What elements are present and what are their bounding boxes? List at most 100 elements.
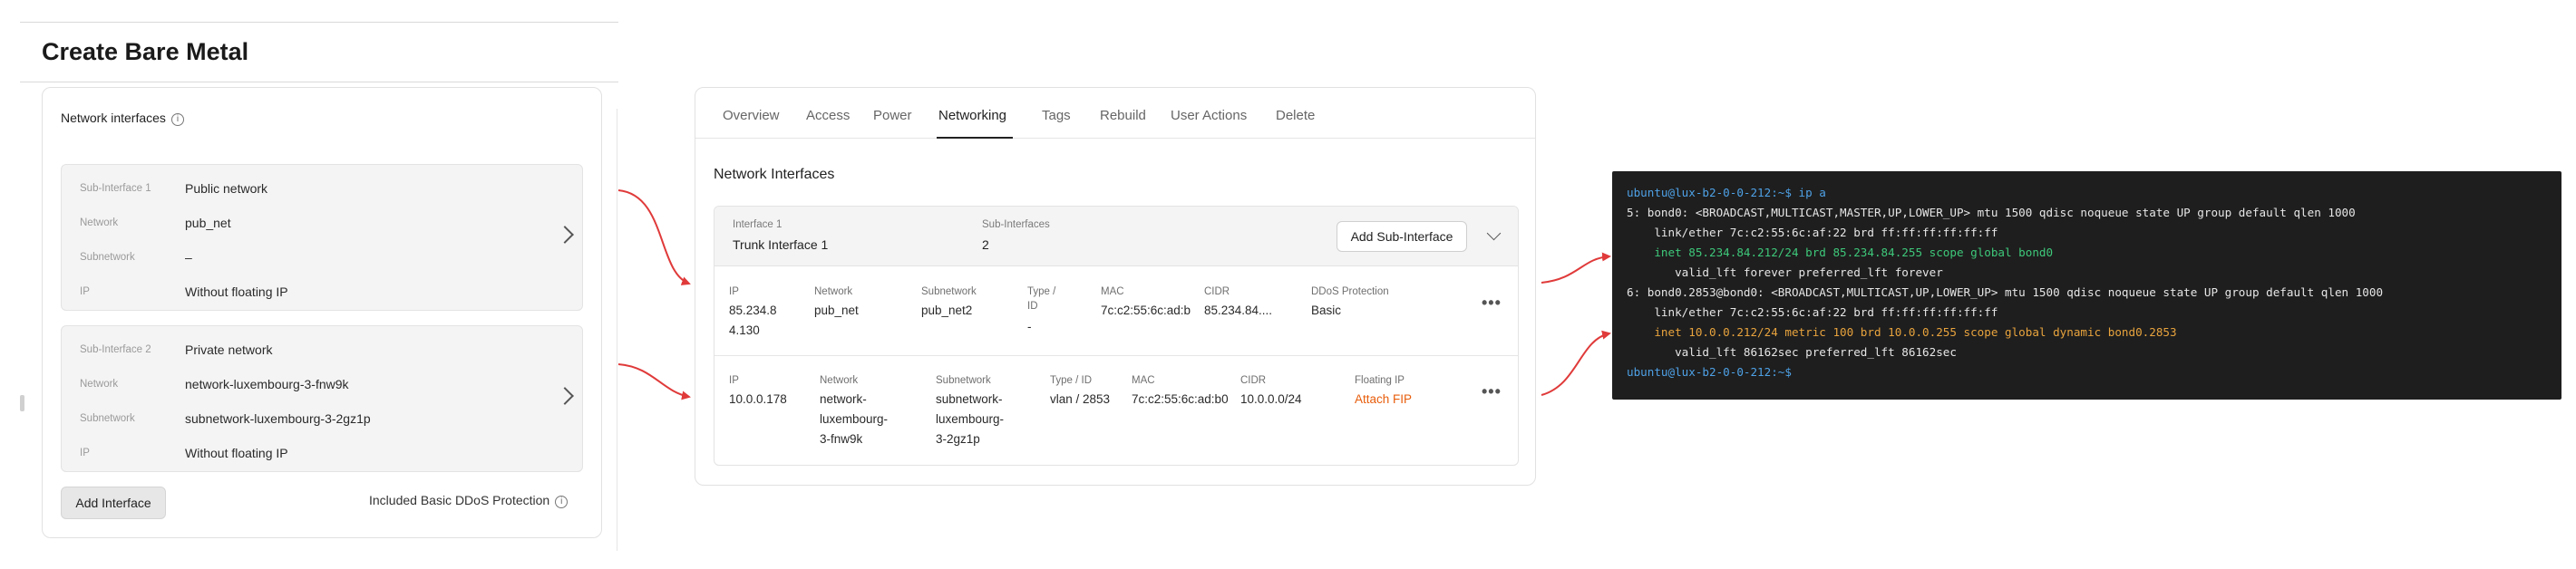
mac-value: 7c:c2:55:6c:ad:b0 — [1132, 392, 1229, 406]
tab-delete[interactable]: Delete — [1276, 108, 1315, 123]
network-value: pub_net — [814, 304, 859, 317]
terminal-line: 6: bond0.2853@bond0: <BROADCAST,MULTICAS… — [1627, 285, 2384, 299]
subnetwork-value: pub_net2 — [921, 304, 973, 317]
type-id-header: ID — [1027, 301, 1038, 312]
subinterface-card-2[interactable]: Sub-Interface 2 Private network Network … — [61, 325, 583, 472]
type-id-header: Type / ID — [1050, 375, 1093, 386]
tab-power[interactable]: Power — [873, 108, 912, 123]
mac-value: 7c:c2:55:6c:ad:b — [1101, 304, 1191, 317]
type-id-value: vlan / 2853 — [1050, 392, 1111, 406]
row-divider — [714, 355, 1518, 356]
network-value-line: luxembourg- — [820, 412, 889, 426]
terminal-prompt-line: ubuntu@lux-b2-0-0-212:~$ ip a — [1627, 186, 1826, 199]
terminal-line: valid_lft 86162sec preferred_lft 86162se… — [1627, 345, 1957, 359]
cidr-value: 85.234.84.... — [1204, 304, 1273, 317]
subnetwork-value-line: 3-2gz1p — [936, 432, 980, 446]
ip-header: IP — [729, 375, 739, 386]
info-icon[interactable]: i — [170, 113, 184, 126]
network-label: Network — [80, 379, 119, 390]
ddos-included-text: Included Basic DDoS Protection — [369, 493, 550, 507]
ip-value: Without floating IP — [185, 284, 288, 299]
chevron-right-icon[interactable] — [556, 387, 574, 405]
scrollbar-handle[interactable] — [20, 395, 24, 411]
arrow-private-to-row2 — [617, 363, 691, 400]
more-actions-icon[interactable]: ••• — [1482, 382, 1502, 401]
trunk-interface-header: Interface 1 Trunk Interface 1 Sub-Interf… — [714, 207, 1518, 266]
network-header: Network — [820, 375, 859, 386]
terminal-line: valid_lft forever preferred_lft forever — [1627, 265, 1943, 279]
subnetwork-label: Subnetwork — [80, 252, 135, 263]
terminal-output: ubuntu@lux-b2-0-0-212:~$ ip a 5: bond0: … — [1612, 171, 2561, 400]
terminal-highlight-private: inet 10.0.0.212/24 metric 100 brd 10.0.0… — [1627, 325, 2177, 339]
mac-header: MAC — [1101, 286, 1124, 297]
tab-user-actions[interactable]: User Actions — [1171, 108, 1247, 123]
tab-rebuild[interactable]: Rebuild — [1100, 108, 1146, 123]
attach-fip-link[interactable]: Attach FIP — [1355, 390, 1412, 410]
subinterfaces-count: 2 — [982, 237, 989, 252]
ip-value-line: 85.234.8 — [729, 304, 777, 317]
active-tab-indicator — [937, 137, 1013, 139]
subnetwork-value: – — [185, 250, 192, 265]
network-interfaces-table: Interface 1 Trunk Interface 1 Sub-Interf… — [714, 206, 1519, 466]
mac-header: MAC — [1132, 375, 1155, 386]
ddos-included-label: Included Basic DDoS Protection i — [369, 493, 569, 508]
tab-access[interactable]: Access — [806, 108, 850, 123]
network-interfaces-card: Network interfaces i Sub-Interface 1 Publ… — [42, 87, 602, 538]
terminal-prompt-line: ubuntu@lux-b2-0-0-212:~$ — [1627, 365, 1792, 379]
tab-networking[interactable]: Networking — [938, 108, 1006, 123]
arrow-row2-to-terminal — [1541, 330, 1611, 396]
network-value: pub_net — [185, 216, 231, 230]
tab-bar: Overview Access Power Networking Tags Re… — [695, 88, 1535, 139]
subnetwork-value-line: subnetwork- — [936, 392, 1003, 406]
network-value-line: network- — [820, 392, 867, 406]
terminal-line: 5: bond0: <BROADCAST,MULTICAST,MASTER,UP… — [1627, 206, 2356, 219]
network-value-line: 3-fnw9k — [820, 432, 863, 446]
terminal-line: link/ether 7c:c2:55:6c:af:22 brd ff:ff:f… — [1627, 305, 1998, 319]
network-interfaces-heading: Network interfaces i — [61, 111, 184, 126]
ip-label: IP — [80, 448, 90, 458]
subinterface-label: Sub-Interface 1 — [80, 183, 151, 194]
ip-value-line: 4.130 — [729, 323, 760, 337]
arrow-row1-to-terminal — [1541, 252, 1611, 284]
subinterface-type: Public network — [185, 181, 268, 196]
terminal-line: link/ether 7c:c2:55:6c:af:22 brd ff:ff:f… — [1627, 226, 1998, 239]
terminal-highlight-public: inet 85.234.84.212/24 brd 85.234.84.255 … — [1627, 246, 2054, 259]
network-interfaces-title: Network Interfaces — [714, 167, 835, 182]
subnetwork-header: Subnetwork — [936, 375, 991, 386]
add-subinterface-button[interactable]: Add Sub-Interface — [1337, 221, 1467, 252]
floating-ip-header: Floating IP — [1355, 375, 1405, 386]
subinterface-card-1[interactable]: Sub-Interface 1 Public network Network p… — [61, 164, 583, 311]
cidr-header: CIDR — [1204, 286, 1230, 297]
ddos-protection-header: DDoS Protection — [1311, 286, 1389, 297]
ddos-protection-value: Basic — [1311, 304, 1342, 317]
more-actions-icon[interactable]: ••• — [1482, 294, 1502, 313]
top-divider — [20, 22, 618, 23]
subinterface-label: Sub-Interface 2 — [80, 344, 151, 355]
tab-overview[interactable]: Overview — [723, 108, 780, 123]
subnetwork-value-line: luxembourg- — [936, 412, 1005, 426]
ip-value: Without floating IP — [185, 446, 288, 460]
ip-value-line: 10.0.0.178 — [729, 392, 787, 406]
info-icon[interactable]: i — [555, 496, 569, 508]
ip-label: IP — [80, 286, 90, 297]
chevron-down-icon[interactable] — [1486, 226, 1502, 241]
subnetwork-label: Subnetwork — [80, 413, 135, 424]
subnetwork-value: subnetwork-luxembourg-3-2gz1p — [185, 411, 371, 426]
type-id-value: - — [1027, 320, 1032, 333]
subinterfaces-label: Sub-Interfaces — [982, 219, 1050, 230]
chevron-right-icon[interactable] — [556, 226, 574, 244]
page-title: Create Bare Metal — [42, 38, 249, 65]
add-interface-button[interactable]: Add Interface — [61, 487, 166, 519]
tab-tags[interactable]: Tags — [1042, 108, 1071, 123]
interface-label: Interface 1 — [733, 219, 783, 230]
cidr-header: CIDR — [1240, 375, 1267, 386]
arrow-public-to-row1 — [617, 189, 691, 285]
network-label: Network — [80, 217, 119, 228]
ip-header: IP — [729, 286, 739, 297]
type-id-header: Type / — [1027, 286, 1056, 297]
interface-name: Trunk Interface 1 — [733, 237, 829, 252]
network-value: network-luxembourg-3-fnw9k — [185, 377, 349, 391]
card-title-text: Network interfaces — [61, 111, 166, 125]
network-header: Network — [814, 286, 853, 297]
subinterface-type: Private network — [185, 342, 273, 357]
